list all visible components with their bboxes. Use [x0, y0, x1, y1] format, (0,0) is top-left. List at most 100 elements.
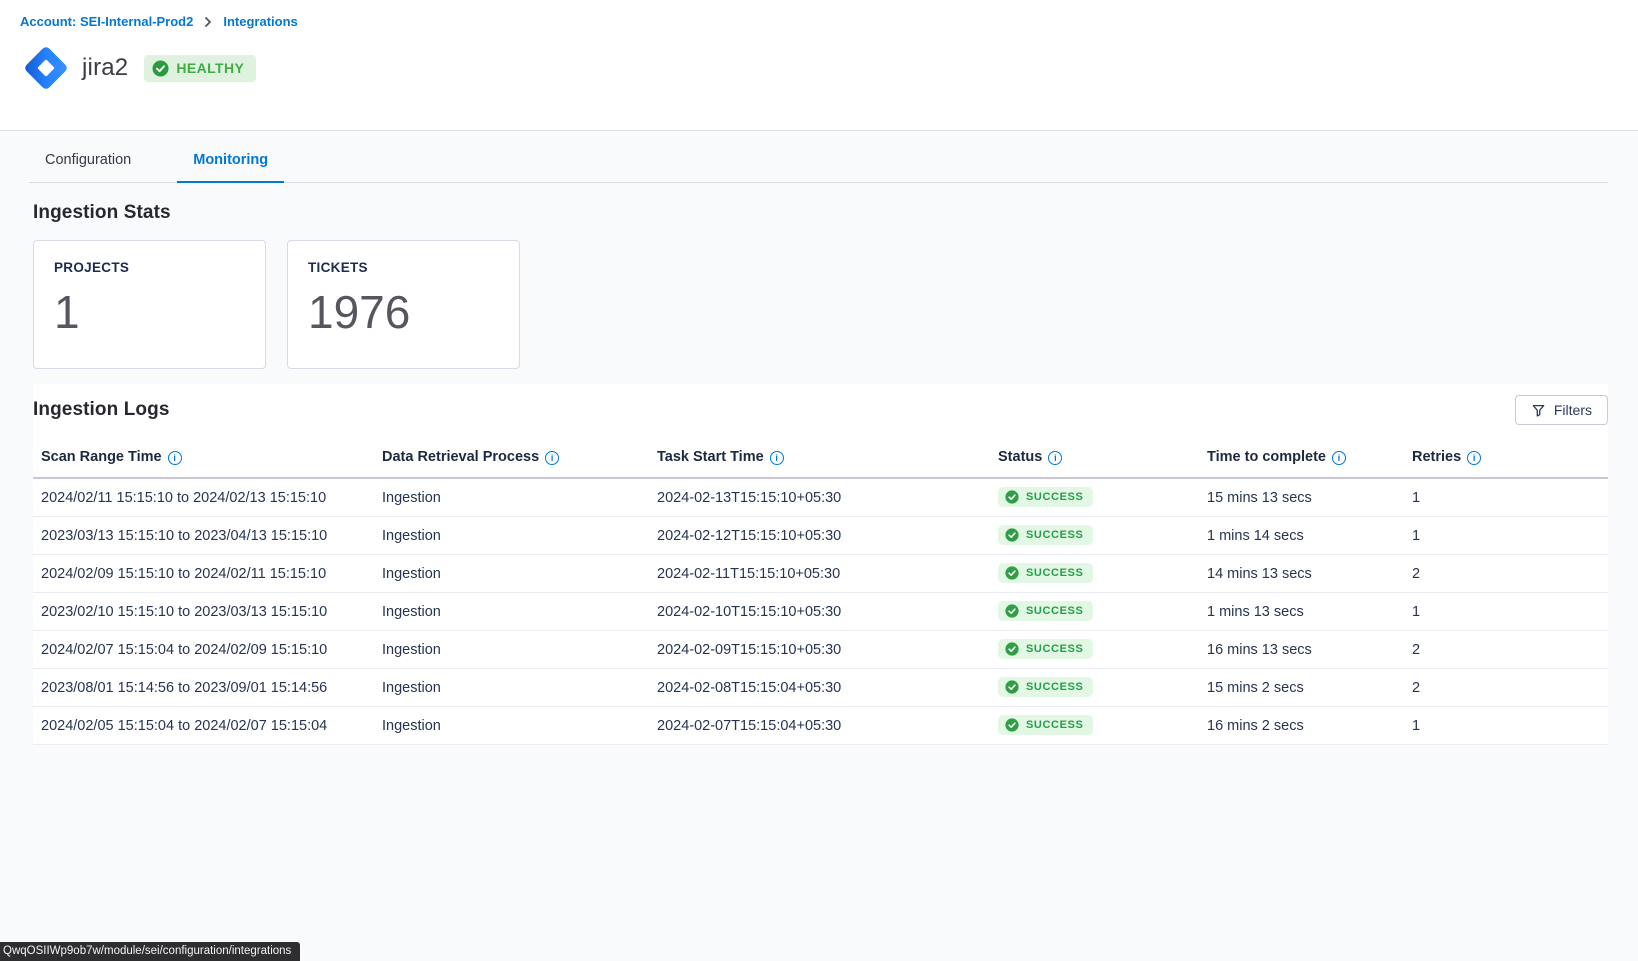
status-badge: SUCCESS	[998, 563, 1093, 583]
scan-range-cell: 2024/02/11 15:15:10 to 2024/02/13 15:15:…	[33, 478, 374, 517]
process-cell: Ingestion	[374, 669, 649, 707]
tab-monitoring[interactable]: Monitoring	[177, 140, 284, 183]
status-badge: SUCCESS	[998, 487, 1093, 507]
filter-funnel-icon	[1531, 403, 1546, 418]
task-start-cell: 2024-02-13T15:15:10+05:30	[649, 478, 990, 517]
page-title: jira2	[82, 54, 128, 82]
status-badge: SUCCESS	[998, 525, 1093, 545]
table-row[interactable]: 2024/02/11 15:15:10 to 2024/02/13 15:15:…	[33, 478, 1608, 517]
task-start-cell: 2024-02-11T15:15:10+05:30	[649, 555, 990, 593]
retries-cell: 1	[1404, 517, 1608, 555]
info-icon[interactable]: i	[168, 451, 182, 465]
process-cell: Ingestion	[374, 478, 649, 517]
tickets-stat-label: TICKETS	[308, 260, 499, 275]
status-badge-label: SUCCESS	[1026, 567, 1083, 579]
info-icon[interactable]: i	[770, 451, 784, 465]
tickets-stat-card: TICKETS 1976	[287, 240, 520, 369]
table-row[interactable]: 2024/02/05 15:15:04 to 2024/02/07 15:15:…	[33, 707, 1608, 745]
tab-bar: Configuration Monitoring	[29, 131, 1608, 183]
breadcrumb: Account: SEI-Internal-Prod2 Integrations	[20, 14, 1638, 29]
column-header-time-to-complete[interactable]: Time to completei	[1199, 439, 1404, 478]
time-to-complete-cell: 1 mins 13 secs	[1199, 593, 1404, 631]
retries-cell: 1	[1404, 478, 1608, 517]
status-badge: SUCCESS	[998, 639, 1093, 659]
success-check-icon	[1005, 490, 1019, 504]
scan-range-cell: 2023/03/13 15:15:10 to 2023/04/13 15:15:…	[33, 517, 374, 555]
status-cell: SUCCESS	[990, 631, 1199, 669]
task-start-cell: 2024-02-10T15:15:10+05:30	[649, 593, 990, 631]
projects-stat-value: 1	[54, 287, 245, 338]
column-header-scan-range-time[interactable]: Scan Range Timei	[33, 439, 374, 478]
task-start-cell: 2024-02-08T15:15:04+05:30	[649, 669, 990, 707]
status-cell: SUCCESS	[990, 593, 1199, 631]
breadcrumb-integrations-link[interactable]: Integrations	[223, 14, 297, 29]
process-cell: Ingestion	[374, 555, 649, 593]
table-row[interactable]: 2023/02/10 15:15:10 to 2023/03/13 15:15:…	[33, 593, 1608, 631]
status-badge-label: SUCCESS	[1026, 681, 1083, 693]
time-to-complete-cell: 15 mins 13 secs	[1199, 478, 1404, 517]
success-check-icon	[1005, 642, 1019, 656]
time-to-complete-cell: 14 mins 13 secs	[1199, 555, 1404, 593]
status-badge-label: SUCCESS	[1026, 719, 1083, 731]
breadcrumb-account-link[interactable]: Account: SEI-Internal-Prod2	[20, 14, 193, 29]
success-check-icon	[1005, 680, 1019, 694]
process-cell: Ingestion	[374, 631, 649, 669]
info-icon[interactable]: i	[1048, 451, 1062, 465]
status-badge-label: SUCCESS	[1026, 643, 1083, 655]
ingestion-stats-title: Ingestion Stats	[33, 202, 1638, 224]
content-area: Configuration Monitoring Ingestion Stats…	[0, 131, 1638, 961]
ingestion-logs-table: Scan Range Timei Data Retrieval Processi…	[33, 439, 1608, 745]
status-cell: SUCCESS	[990, 669, 1199, 707]
status-badge-label: SUCCESS	[1026, 605, 1083, 617]
status-badge-label: SUCCESS	[1026, 529, 1083, 541]
ingestion-logs-title: Ingestion Logs	[33, 399, 170, 421]
table-row[interactable]: 2023/03/13 15:15:10 to 2023/04/13 15:15:…	[33, 517, 1608, 555]
retries-cell: 1	[1404, 707, 1608, 745]
integration-title-row: jira2 HEALTHY	[20, 42, 1638, 94]
task-start-cell: 2024-02-07T15:15:04+05:30	[649, 707, 990, 745]
info-icon[interactable]: i	[1332, 451, 1346, 465]
process-cell: Ingestion	[374, 707, 649, 745]
column-header-retries[interactable]: Retriesi	[1404, 439, 1608, 478]
status-cell: SUCCESS	[990, 517, 1199, 555]
scan-range-cell: 2024/02/07 15:15:04 to 2024/02/09 15:15:…	[33, 631, 374, 669]
table-row[interactable]: 2024/02/09 15:15:10 to 2024/02/11 15:15:…	[33, 555, 1608, 593]
task-start-cell: 2024-02-12T15:15:10+05:30	[649, 517, 990, 555]
time-to-complete-cell: 16 mins 13 secs	[1199, 631, 1404, 669]
task-start-cell: 2024-02-09T15:15:10+05:30	[649, 631, 990, 669]
column-header-data-retrieval-process[interactable]: Data Retrieval Processi	[374, 439, 649, 478]
success-check-icon	[1005, 604, 1019, 618]
tickets-stat-value: 1976	[308, 287, 499, 338]
tab-configuration[interactable]: Configuration	[29, 140, 147, 183]
info-icon[interactable]: i	[545, 451, 559, 465]
status-badge: SUCCESS	[998, 601, 1093, 621]
ingestion-logs-section: Ingestion Logs Filters Scan Range Timei …	[33, 384, 1608, 745]
healthy-check-icon	[152, 60, 169, 77]
success-check-icon	[1005, 528, 1019, 542]
process-cell: Ingestion	[374, 517, 649, 555]
success-check-icon	[1005, 718, 1019, 732]
table-header: Scan Range Timei Data Retrieval Processi…	[33, 439, 1608, 478]
status-bar-link-preview: QwqOSIIWp9ob7w/module/sei/configuration/…	[0, 942, 300, 961]
retries-cell: 1	[1404, 593, 1608, 631]
table-row[interactable]: 2024/02/07 15:15:04 to 2024/02/09 15:15:…	[33, 631, 1608, 669]
column-header-task-start-time[interactable]: Task Start Timei	[649, 439, 990, 478]
filters-button[interactable]: Filters	[1515, 395, 1608, 425]
column-header-status[interactable]: Statusi	[990, 439, 1199, 478]
projects-stat-label: PROJECTS	[54, 260, 245, 275]
retries-cell: 2	[1404, 555, 1608, 593]
stat-cards-row: PROJECTS 1 TICKETS 1976	[33, 240, 1638, 369]
page-header: Account: SEI-Internal-Prod2 Integrations…	[0, 0, 1638, 131]
scan-range-cell: 2024/02/05 15:15:04 to 2024/02/07 15:15:…	[33, 707, 374, 745]
info-icon[interactable]: i	[1467, 451, 1481, 465]
success-check-icon	[1005, 566, 1019, 580]
table-body: 2024/02/11 15:15:10 to 2024/02/13 15:15:…	[33, 478, 1608, 745]
status-badge: SUCCESS	[998, 677, 1093, 697]
time-to-complete-cell: 16 mins 2 secs	[1199, 707, 1404, 745]
jira-logo-icon	[20, 42, 72, 94]
projects-stat-card: PROJECTS 1	[33, 240, 266, 369]
table-row[interactable]: 2023/08/01 15:14:56 to 2023/09/01 15:14:…	[33, 669, 1608, 707]
scan-range-cell: 2023/02/10 15:15:10 to 2023/03/13 15:15:…	[33, 593, 374, 631]
scan-range-cell: 2023/08/01 15:14:56 to 2023/09/01 15:14:…	[33, 669, 374, 707]
status-cell: SUCCESS	[990, 707, 1199, 745]
